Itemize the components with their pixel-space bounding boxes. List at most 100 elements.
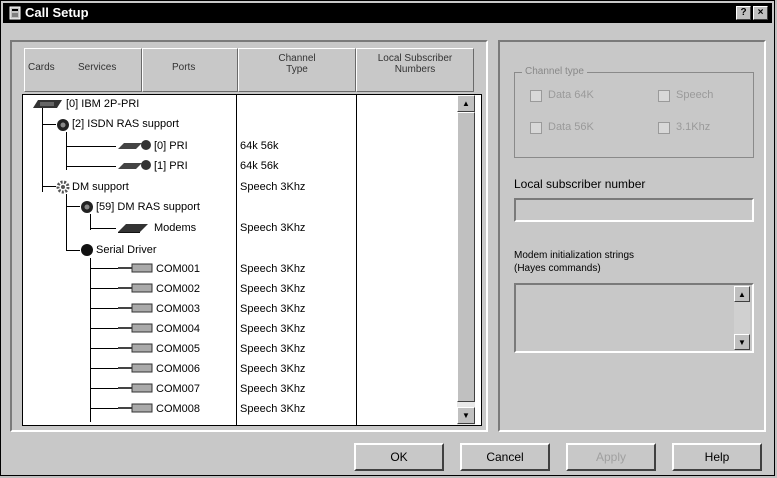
tree-node-port[interactable]: Modems xyxy=(154,220,196,236)
tree-connector xyxy=(90,268,118,269)
channel-type-header-line2: Type xyxy=(286,64,308,75)
ports-tab[interactable]: Ports xyxy=(172,62,195,73)
channel-type-cell: 64k 56k xyxy=(240,160,279,172)
tree-scrollbar[interactable]: ▲ ▼ xyxy=(457,95,475,425)
data64k-label: Data 64K xyxy=(548,89,594,101)
ras-service-icon xyxy=(57,119,69,131)
tree-connector xyxy=(90,368,118,369)
speech-checkbox[interactable] xyxy=(658,90,670,102)
pri-port-icon xyxy=(118,160,151,170)
tree-connector xyxy=(90,388,118,389)
tree-node-card[interactable]: [0] IBM 2P-PRI xyxy=(66,96,139,112)
com-port-icon xyxy=(118,363,153,373)
scroll-up-button[interactable]: ▲ xyxy=(734,286,750,302)
scroll-up-button[interactable]: ▲ xyxy=(457,95,475,112)
gear-icon xyxy=(56,180,70,194)
tree-connector xyxy=(42,124,56,125)
column-divider xyxy=(236,94,237,426)
com-port-icon xyxy=(118,283,153,293)
modem-init-scrollbar[interactable]: ▲ ▼ xyxy=(734,286,750,350)
channel-type-cell: Speech 3Khz xyxy=(240,403,306,415)
apply-button[interactable]: Apply xyxy=(566,443,656,471)
local-subscriber-header-line2: Numbers xyxy=(394,64,436,75)
help-button[interactable]: Help xyxy=(672,443,762,471)
channel-type-group-title: Channel type xyxy=(522,66,587,77)
modem-init-textarea[interactable] xyxy=(514,283,754,353)
adapter-card-icon xyxy=(33,100,62,108)
tree-connector xyxy=(42,108,43,192)
com-port-icon xyxy=(118,263,153,273)
phone-app-icon xyxy=(9,6,21,20)
channel-type-header-line1: Channel xyxy=(278,53,316,64)
khz-label: 3.1Khz xyxy=(676,121,711,133)
com-port-icon xyxy=(118,383,153,393)
window-title: Call Setup xyxy=(25,5,89,20)
local-subscriber-label: Local subscriber number xyxy=(514,177,646,191)
channel-type-cell: Speech 3Khz xyxy=(240,263,306,275)
tree-node-service[interactable]: [2] ISDN RAS support xyxy=(72,116,179,132)
local-subscriber-field[interactable] xyxy=(514,198,754,222)
tree-node-port[interactable]: [0] PRI xyxy=(154,138,188,154)
com-port-icon xyxy=(118,403,153,413)
context-help-button[interactable]: ? xyxy=(736,6,751,20)
scroll-down-button[interactable]: ▼ xyxy=(457,407,475,424)
tree-node-port[interactable]: COM007 xyxy=(156,381,200,397)
tree-connector xyxy=(66,194,67,250)
com-port-icon xyxy=(118,323,153,333)
channel-type-cell: Speech 3Khz xyxy=(240,283,306,295)
tree-node-service[interactable]: Serial Driver xyxy=(96,242,157,258)
tree-node-service[interactable]: DM support xyxy=(72,179,129,195)
tree-connector xyxy=(66,166,116,167)
tree-connector xyxy=(66,206,80,207)
tree-connector xyxy=(90,308,118,309)
tree-connector xyxy=(90,258,91,422)
cards-tab[interactable]: Cards xyxy=(28,62,55,73)
tree-node-port[interactable]: COM004 xyxy=(156,321,200,337)
tree-node-port[interactable]: COM008 xyxy=(156,401,200,417)
channel-type-cell: Speech 3Khz xyxy=(240,323,306,335)
tree-node-port[interactable]: COM006 xyxy=(156,361,200,377)
channel-type-header[interactable]: Channel Type xyxy=(238,48,356,92)
local-subscriber-header[interactable]: Local Subscriber Numbers xyxy=(356,48,474,92)
channel-type-group xyxy=(514,72,754,158)
pri-port-icon xyxy=(118,140,151,150)
tree-connector xyxy=(90,328,118,329)
channel-type-cell: Speech 3Khz xyxy=(240,383,306,395)
modem-init-sublabel: (Hayes commands) xyxy=(514,263,601,274)
tree-connector xyxy=(90,228,116,229)
com-port-icon xyxy=(118,343,153,353)
scroll-down-button[interactable]: ▼ xyxy=(734,334,750,350)
tree-connector xyxy=(90,288,118,289)
speech-label: Speech xyxy=(676,89,714,101)
tree-connector xyxy=(42,186,56,187)
tree-node-port[interactable]: [1] PRI xyxy=(154,158,188,174)
tree-connector xyxy=(90,348,118,349)
tree-node-port[interactable]: COM002 xyxy=(156,281,200,297)
ok-button[interactable]: OK xyxy=(354,443,444,471)
close-button[interactable]: × xyxy=(753,6,768,20)
khz-checkbox[interactable] xyxy=(658,122,670,134)
tree-connector xyxy=(66,132,67,170)
tree-node-service[interactable]: [59] DM RAS support xyxy=(96,199,200,215)
channel-type-cell: Speech 3Khz xyxy=(240,363,306,375)
tree-connector xyxy=(90,408,118,409)
tree-node-port[interactable]: COM001 xyxy=(156,261,200,277)
channel-type-cell: Speech 3Khz xyxy=(240,181,306,193)
title-bar: Call Setup ? × xyxy=(3,3,772,23)
data56k-label: Data 56K xyxy=(548,121,594,133)
tree-node-port[interactable]: COM005 xyxy=(156,341,200,357)
ras-service-icon xyxy=(81,201,93,213)
data56k-checkbox[interactable] xyxy=(530,122,542,134)
tree-connector xyxy=(66,146,116,147)
services-tab[interactable]: Services xyxy=(78,62,116,73)
cancel-button[interactable]: Cancel xyxy=(460,443,550,471)
tree-connector xyxy=(66,250,80,251)
scroll-thumb[interactable] xyxy=(457,112,475,402)
channel-type-cell: Speech 3Khz xyxy=(240,222,306,234)
data64k-checkbox[interactable] xyxy=(530,90,542,102)
local-subscriber-header-line1: Local Subscriber xyxy=(377,53,453,64)
tree-node-port[interactable]: COM003 xyxy=(156,301,200,317)
channel-type-cell: Speech 3Khz xyxy=(240,303,306,315)
serial-driver-icon xyxy=(81,244,93,256)
modem-icon xyxy=(118,224,148,233)
